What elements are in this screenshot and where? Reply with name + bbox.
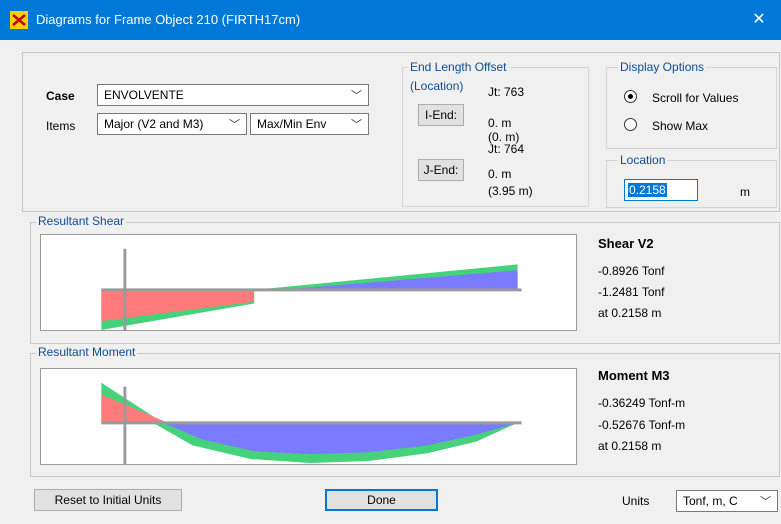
shear-section-title: Resultant Shear <box>36 214 127 228</box>
shear-diagram[interactable] <box>40 234 577 331</box>
moment-section-title: Resultant Moment <box>36 345 138 359</box>
shear-location-value: at 0.2158 m <box>598 306 662 320</box>
app-icon <box>10 11 28 29</box>
close-icon[interactable]: ✕ <box>748 9 770 31</box>
chevron-down-icon: ﹀ <box>760 496 771 508</box>
j-end-location: (3.95 m) <box>488 184 533 198</box>
moment-value-1: -0.36249 Tonf-m <box>598 396 686 410</box>
i-end-button[interactable]: I-End: <box>418 104 464 126</box>
moment-heading: Moment M3 <box>598 368 670 383</box>
show-max-label[interactable]: Show Max <box>652 119 708 133</box>
moment-diagram[interactable] <box>40 368 577 465</box>
chevron-down-icon: ﹀ <box>351 119 362 131</box>
i-end-offset: 0. m <box>488 116 512 130</box>
scroll-for-values-radio[interactable] <box>624 90 637 103</box>
moment-value-2: -0.52676 Tonf-m <box>598 418 686 432</box>
units-value: Tonf, m, C <box>683 494 738 508</box>
location-value: 0.2158 <box>628 183 667 197</box>
items-component-value: Major (V2 and M3) <box>104 117 204 131</box>
end-length-offset-subtitle: (Location) <box>408 79 466 93</box>
items-type-select[interactable]: Max/Min Env ﹀ <box>250 113 369 135</box>
j-end-joint: Jt: 764 <box>488 142 525 156</box>
chevron-down-icon: ﹀ <box>351 90 362 102</box>
show-max-radio[interactable] <box>624 118 637 131</box>
items-type-value: Max/Min Env <box>257 117 327 131</box>
i-end-joint: Jt: 763 <box>488 85 525 99</box>
scroll-for-values-label[interactable]: Scroll for Values <box>652 91 738 105</box>
moment-positive-region <box>101 394 168 423</box>
shear-value-1: -0.8926 Tonf <box>598 264 665 278</box>
location-title: Location <box>618 153 668 167</box>
end-length-offset-title: End Length Offset <box>408 60 509 74</box>
display-options-group <box>606 67 777 149</box>
location-input[interactable]: 0.2158 <box>624 179 698 201</box>
j-end-button[interactable]: J-End: <box>418 159 464 181</box>
case-value: ENVOLVENTE <box>104 88 184 102</box>
reset-units-button[interactable]: Reset to Initial Units <box>34 489 182 511</box>
case-select[interactable]: ENVOLVENTE ﹀ <box>97 84 369 106</box>
display-options-title: Display Options <box>618 60 707 74</box>
units-select[interactable]: Tonf, m, C ﹀ <box>676 490 778 512</box>
j-end-offset: 0. m <box>488 167 512 181</box>
moment-location-value: at 0.2158 m <box>598 439 662 453</box>
shear-heading: Shear V2 <box>598 236 654 251</box>
window-title: Diagrams for Frame Object 210 (FIRTH17cm… <box>36 12 301 27</box>
done-button[interactable]: Done <box>325 489 438 511</box>
items-label: Items <box>46 119 76 133</box>
shear-value-2: -1.2481 Tonf <box>598 285 665 299</box>
case-label: Case <box>46 89 75 103</box>
units-label: Units <box>622 494 650 508</box>
items-component-select[interactable]: Major (V2 and M3) ﹀ <box>97 113 247 135</box>
location-unit: m <box>740 185 750 199</box>
chevron-down-icon: ﹀ <box>229 119 240 131</box>
